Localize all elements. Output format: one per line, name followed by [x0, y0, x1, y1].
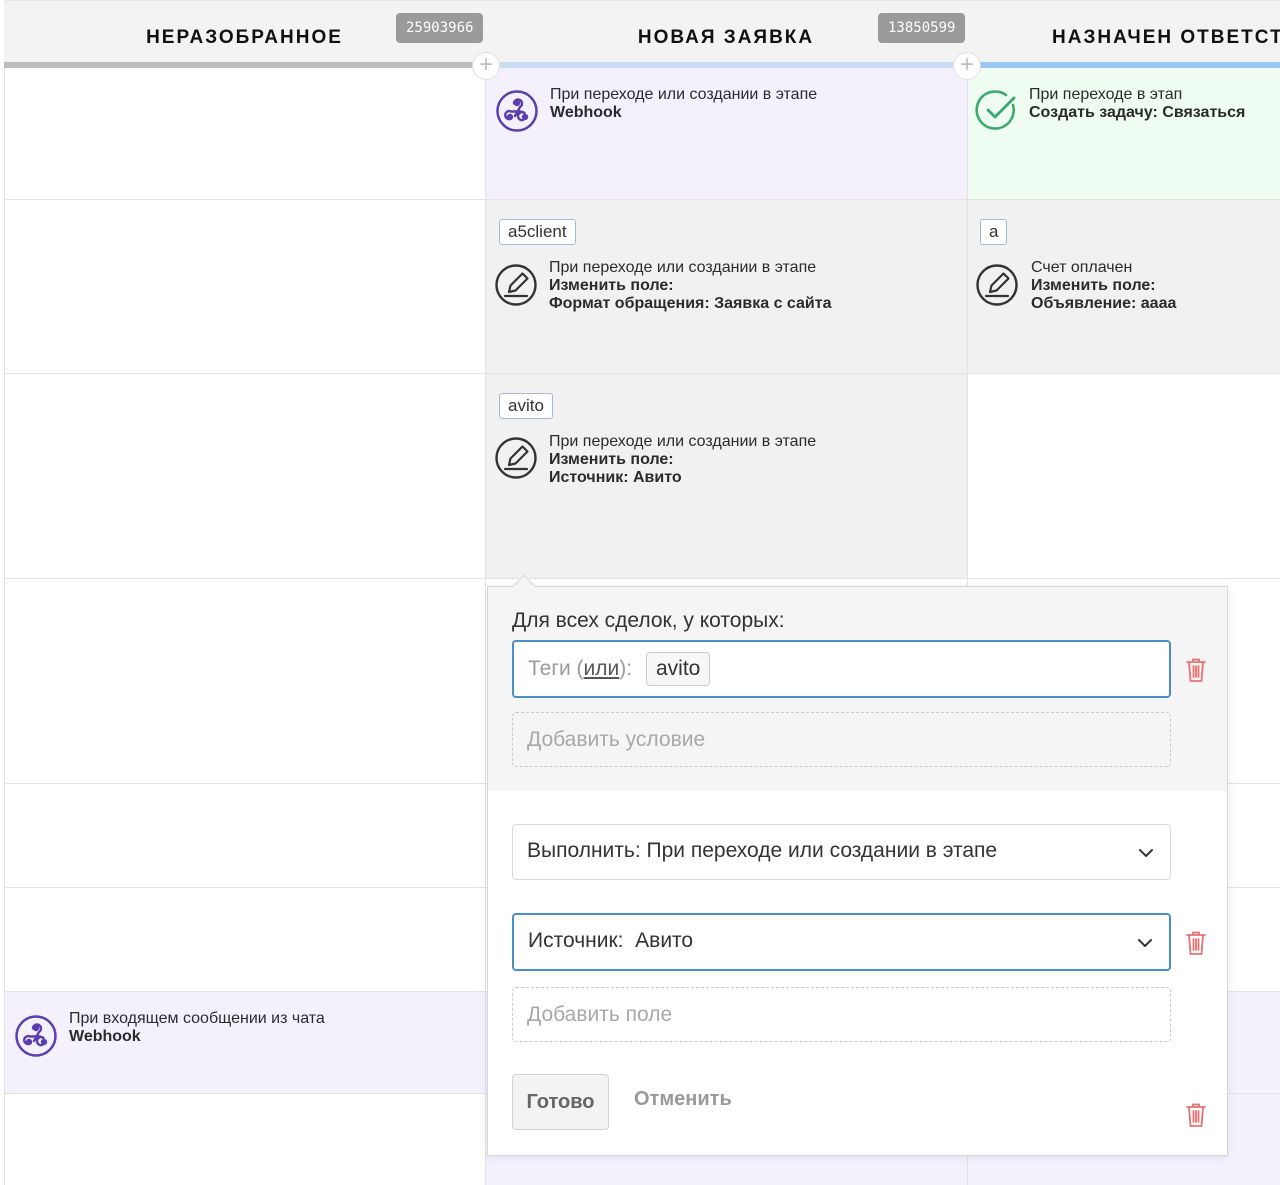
trigger-text: При переходе в этап Создать задачу: Связ…	[1029, 86, 1245, 122]
pipeline-board: НЕРАЗОБРАННОЕ 25903966 НОВАЯ ЗАЯВКА 1385…	[0, 0, 1280, 1185]
trigger-action: Webhook	[69, 1028, 141, 1045]
trash-icon[interactable]	[1185, 930, 1207, 956]
webhook-icon	[15, 1015, 57, 1057]
trigger-text: При переходе или создании в этапе Измени…	[549, 433, 816, 487]
trigger-event: Счет оплачен	[1031, 259, 1133, 276]
trigger-event: При входящем сообщении из чата	[69, 1010, 325, 1027]
trigger-text: При переходе или создании в этапе Webhoo…	[550, 86, 817, 122]
trigger-action: Изменить поле:	[549, 451, 674, 468]
grid-line	[4, 68, 5, 1185]
trigger-event: При переходе в этап	[1029, 86, 1183, 103]
done-button[interactable]: Готово	[512, 1074, 609, 1130]
tags-label: Теги (	[528, 657, 584, 680]
trigger-event: При переходе или создании в этапе	[550, 86, 818, 103]
trigger-edit-popup: Для всех сделок, у которых: Теги (или): …	[487, 574, 1228, 1156]
column-color-bar	[4, 62, 485, 68]
cancel-button[interactable]: Отменить	[634, 1088, 732, 1111]
add-field-button[interactable]: Добавить поле	[512, 987, 1171, 1042]
tags-or-toggle[interactable]: или	[584, 657, 620, 680]
tags-label-end: ):	[619, 657, 633, 680]
trigger-action: Изменить поле:	[1031, 277, 1156, 294]
tag-chip: avito	[499, 393, 553, 419]
trigger-field-value: Источник: Авито	[549, 469, 682, 486]
grid-line	[4, 199, 1280, 200]
add-stage-plus-icon[interactable]: +	[472, 52, 500, 80]
field-select[interactable]: Источник: Авито	[512, 913, 1171, 971]
tag-chip: a5client	[499, 219, 576, 245]
trash-icon[interactable]	[1185, 1102, 1207, 1128]
grid-line	[4, 578, 1280, 579]
webhook-icon	[496, 90, 538, 132]
tags-condition-field[interactable]: Теги (или): avito	[512, 640, 1171, 698]
grid-line	[4, 373, 1280, 374]
edit-field-icon	[495, 264, 537, 306]
trash-icon[interactable]	[1185, 657, 1207, 683]
column-title: НАЗНАЧЕН ОТВЕТСТВЕ	[1052, 27, 1280, 48]
chevron-down-icon	[1138, 939, 1152, 947]
execute-select-value: Выполнить: При переходе или создании в э…	[527, 839, 998, 862]
check-circle-icon	[975, 90, 1016, 130]
column-header-assigned[interactable]: НАЗНАЧЕН ОТВЕТСТВЕ	[967, 0, 1280, 68]
trigger-action: Изменить поле:	[549, 277, 674, 294]
add-condition-button[interactable]: Добавить условие	[512, 712, 1171, 767]
trigger-event: При переходе или создании в этапе	[549, 433, 817, 450]
trigger-event: При переходе или создании в этапе	[549, 259, 817, 276]
edit-field-icon	[495, 437, 537, 479]
chevron-down-icon	[1139, 849, 1153, 857]
column-header-new-request[interactable]: НОВАЯ ЗАЯВКА 13850599	[485, 0, 967, 68]
tag-value-chip[interactable]: avito	[646, 652, 711, 686]
edit-field-icon	[976, 264, 1018, 306]
tag-chip: a	[980, 219, 1008, 245]
trigger-action: Создать задачу: Связаться	[1029, 104, 1246, 121]
trigger-action: Webhook	[550, 104, 622, 121]
grid-line	[485, 68, 486, 1185]
tags-condition-label: Теги (или):	[528, 657, 632, 681]
trigger-text: При переходе или создании в этапе Измени…	[549, 259, 831, 313]
column-count-badge: 25903966	[396, 13, 484, 43]
column-count-badge: 13850599	[878, 13, 966, 43]
field-select-value: Источник: Авито	[528, 929, 694, 952]
trigger-text: При входящем сообщении из чата Webhook	[69, 1010, 325, 1046]
trigger-text: Счет оплачен Изменить поле: Объявление: …	[1031, 259, 1176, 313]
trigger-field-value: Объявление: aaaa	[1031, 295, 1177, 312]
add-stage-plus-icon[interactable]: +	[953, 52, 981, 80]
execute-select[interactable]: Выполнить: При переходе или создании в э…	[512, 824, 1171, 880]
condition-label: Для всех сделок, у которых:	[512, 609, 785, 632]
column-header-unsorted[interactable]: НЕРАЗОБРАННОЕ 25903966	[4, 0, 485, 68]
trigger-field-value: Формат обращения: Заявка с сайта	[549, 295, 832, 312]
